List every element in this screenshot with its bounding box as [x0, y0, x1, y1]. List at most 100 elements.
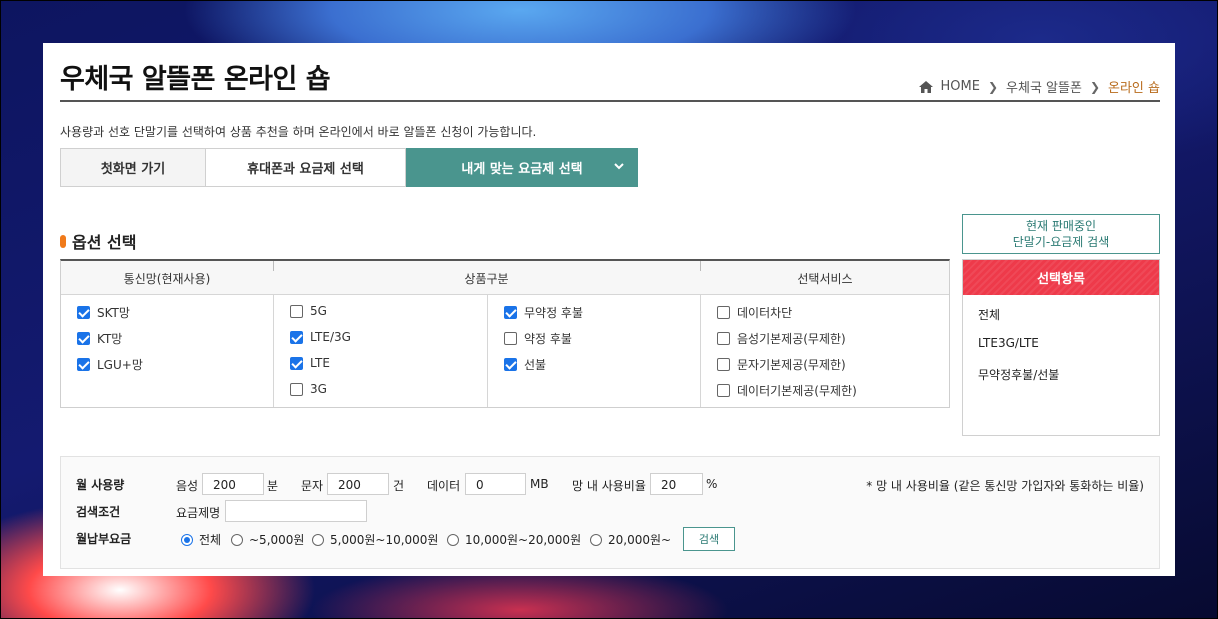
radio-button[interactable]: [312, 533, 324, 546]
radio-label: 전체: [199, 533, 222, 547]
usage-label: 월 사용량: [76, 478, 125, 492]
sms-unit: 건: [393, 479, 405, 493]
selected-item: 무약정후불/선불: [978, 368, 1060, 382]
breadcrumb-home[interactable]: HOME: [941, 79, 980, 94]
checkbox-box[interactable]: [290, 356, 303, 370]
radio-button[interactable]: [181, 533, 193, 546]
checkbox-label: 음성기본제공(무제한): [737, 332, 846, 346]
tab-my-plan[interactable]: 내게 맞는 요금제 선택: [406, 148, 638, 187]
checkbox-data-unlimited[interactable]: 데이터기본제공(무제한): [717, 382, 857, 399]
title-row: 우체국 알뜰폰 온라인 숍 HOME ❯ 우체국 알뜰폰 ❯ 온라인 숍: [60, 53, 1160, 102]
search-form: 월 사용량 음성 200 분 문자 200 건 데이터 0 MB 망 내 사용비…: [60, 456, 1160, 569]
selected-items-title: 선택항목: [963, 260, 1159, 295]
radio-label: 5,000원~10,000원: [330, 533, 439, 547]
checkbox-box[interactable]: [290, 382, 303, 396]
breadcrumb-level2[interactable]: 우체국 알뜰폰: [1006, 77, 1082, 96]
main-panel: 우체국 알뜰폰 온라인 숍 HOME ❯ 우체국 알뜰폰 ❯ 온라인 숍 사용량…: [43, 43, 1175, 576]
radio-button[interactable]: [447, 533, 459, 546]
checkbox-lgu[interactable]: LGU+망: [77, 356, 143, 373]
radio-fee-10000-20000[interactable]: 10,000원~20,000원: [447, 531, 581, 548]
tab-home[interactable]: 첫화면 가기: [60, 148, 206, 187]
home-icon[interactable]: [918, 80, 933, 93]
selected-items-panel: 선택항목 전체 LTE3G/LTE 무약정후불/선불: [962, 259, 1160, 436]
data-label: 데이터: [427, 479, 461, 493]
checkbox-label: LTE: [310, 356, 330, 370]
option-table: 통신망(현재사용) 상품구분 선택서비스 SKT망 KT망 LGU+망 5G L…: [60, 259, 950, 408]
checkbox-no-contract-postpaid[interactable]: 무약정 후불: [504, 304, 583, 321]
checkbox-skt[interactable]: SKT망: [77, 304, 130, 321]
checkbox-prepaid[interactable]: 선불: [504, 356, 546, 373]
checkbox-voice-unlimited[interactable]: 음성기본제공(무제한): [717, 330, 846, 347]
breadcrumb: HOME ❯ 우체국 알뜰폰 ❯ 온라인 숍: [918, 77, 1160, 96]
checkbox-3g[interactable]: 3G: [290, 382, 327, 396]
chevron-right-icon: ❯: [1089, 79, 1101, 94]
chevron-right-icon: ❯: [987, 79, 999, 94]
checkbox-contract-postpaid[interactable]: 약정 후불: [504, 330, 572, 347]
radio-label: 20,000원~: [608, 533, 672, 547]
sms-label: 문자: [301, 479, 324, 493]
search-button[interactable]: 검색: [683, 527, 735, 551]
voice-input[interactable]: 200: [202, 473, 264, 495]
radio-label: 10,000원~20,000원: [465, 533, 582, 547]
tab-bar: 첫화면 가기 휴대폰과 요금제 선택 내게 맞는 요금제 선택: [60, 148, 638, 187]
ratio-input[interactable]: 20: [650, 473, 703, 495]
radio-fee-under-5000[interactable]: ~5,000원: [231, 531, 304, 548]
checkbox-box[interactable]: [717, 306, 730, 319]
chevron-down-icon[interactable]: [613, 160, 625, 176]
sms-input[interactable]: 200: [327, 473, 389, 495]
tab-my-plan-label: 내게 맞는 요금제 선택: [461, 162, 583, 177]
checkbox-box[interactable]: [77, 306, 90, 319]
selected-item: 전체: [978, 308, 1001, 322]
checkbox-kt[interactable]: KT망: [77, 330, 122, 347]
data-input[interactable]: 0: [465, 473, 526, 495]
plan-name-input[interactable]: [225, 500, 367, 522]
checkbox-box[interactable]: [504, 306, 517, 319]
checkbox-box[interactable]: [290, 330, 303, 344]
radio-label: ~5,000원: [249, 533, 305, 547]
checkbox-box[interactable]: [77, 358, 90, 371]
checkbox-label: KT망: [97, 332, 123, 346]
selected-item: LTE3G/LTE: [978, 336, 1039, 350]
radio-button[interactable]: [590, 533, 602, 546]
radio-fee-5000-10000[interactable]: 5,000원~10,000원: [312, 531, 438, 548]
checkbox-box[interactable]: [717, 384, 730, 397]
checkbox-box[interactable]: [77, 332, 90, 345]
current-devices-search-button[interactable]: 현재 판매중인 단말기-요금제 검색: [962, 214, 1160, 254]
radio-fee-all[interactable]: 전체: [181, 531, 221, 548]
breadcrumb-current[interactable]: 온라인 숍: [1108, 77, 1160, 96]
header-product: 상품구분: [464, 272, 509, 286]
checkbox-sms-unlimited[interactable]: 문자기본제공(무제한): [717, 356, 846, 373]
checkbox-lte[interactable]: LTE: [290, 356, 330, 370]
ratio-label: 망 내 사용비율: [572, 479, 646, 493]
checkbox-box[interactable]: [290, 304, 303, 318]
voice-label: 음성: [176, 479, 199, 493]
checkbox-box[interactable]: [717, 358, 730, 371]
checkbox-label: 3G: [310, 382, 327, 396]
header-network: 통신망(현재사용): [123, 272, 211, 286]
header-divider: [273, 261, 274, 271]
checkbox-label: 약정 후불: [524, 332, 572, 346]
checkbox-box[interactable]: [504, 332, 517, 345]
search-button-line1: 현재 판매중인: [1025, 219, 1097, 233]
ratio-unit: %: [706, 477, 718, 491]
tab-phone-and-plan[interactable]: 휴대폰과 요금제 선택: [206, 148, 406, 187]
radio-button[interactable]: [231, 533, 243, 546]
option-table-header: 통신망(현재사용) 상품구분 선택서비스: [61, 261, 949, 295]
checkbox-box[interactable]: [717, 332, 730, 345]
checkbox-label: SKT망: [97, 306, 130, 320]
radio-fee-over-20000[interactable]: 20,000원~: [590, 531, 671, 548]
search-button-line2: 단말기-요금제 검색: [1012, 235, 1110, 249]
checkbox-box[interactable]: [504, 358, 517, 371]
checkbox-label: 선불: [524, 358, 547, 372]
checkbox-label: 문자기본제공(무제한): [737, 358, 846, 372]
checkbox-label: 무약정 후불: [524, 306, 584, 320]
section-title: 옵션 선택: [60, 229, 136, 253]
fee-label: 월납부요금: [76, 532, 132, 546]
checkbox-label: 5G: [310, 304, 327, 318]
column-divider: [273, 294, 274, 407]
checkbox-lte-3g[interactable]: LTE/3G: [290, 330, 351, 344]
section-title-label: 옵션 선택: [72, 233, 137, 252]
checkbox-5g[interactable]: 5G: [290, 304, 327, 318]
checkbox-data-block[interactable]: 데이터차단: [717, 304, 792, 321]
voice-unit: 분: [267, 479, 279, 493]
